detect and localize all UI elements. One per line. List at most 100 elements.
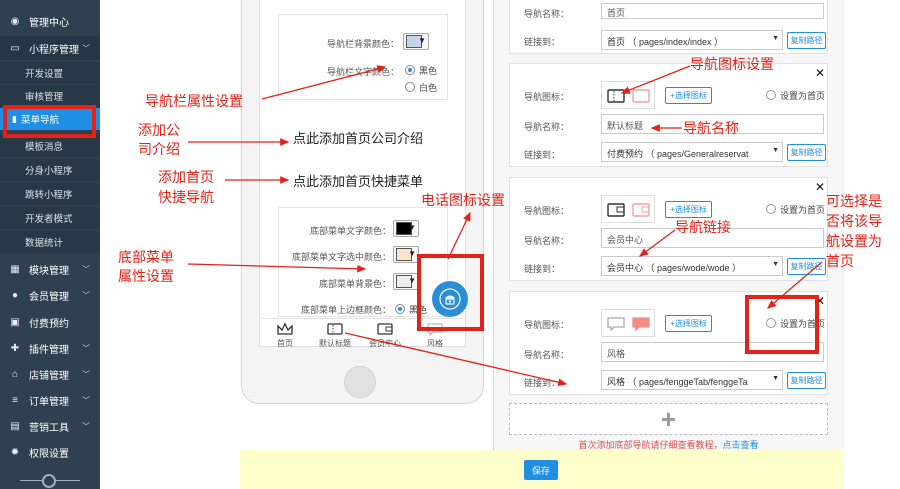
nav-name-value: 默认标题 xyxy=(607,121,644,131)
nav-config-panel: 导航名称： 首页 链接到： 首页 （ pages/index/index ） ▼ … xyxy=(493,0,845,450)
save-button[interactable]: 保存 xyxy=(524,460,558,480)
annotation-home-opt-4: 首页 xyxy=(826,254,854,270)
nav-link-value: 会员中心 （ pages/wode/wode ） xyxy=(607,263,742,273)
set-home-radio[interactable] xyxy=(766,90,776,100)
copy-path-button[interactable]: 复制路径 xyxy=(787,372,826,389)
sidebar-sub-stats[interactable]: 数据统计 xyxy=(0,231,100,253)
copy-path-button[interactable]: 复制路径 xyxy=(787,258,826,275)
nav-link-value: 首页 （ pages/index/index ） xyxy=(607,37,724,47)
chat-selected-icon xyxy=(632,317,650,331)
add-shortcut-menu-link[interactable]: 点此添加首页快捷菜单 xyxy=(293,171,423,190)
tab-home[interactable]: 首页 xyxy=(260,319,310,348)
nav-link-select[interactable]: 首页 （ pages/index/index ） ▼ xyxy=(601,30,783,50)
choose-icon-button[interactable]: +选择图标 xyxy=(665,201,712,218)
sidebar-sub-dev-settings[interactable]: 开发设置 xyxy=(0,62,100,84)
slider-track xyxy=(20,474,80,488)
ticket-icon xyxy=(607,89,625,103)
nav-icon-preview xyxy=(601,309,655,337)
close-icon[interactable]: ✕ xyxy=(815,180,825,194)
caret-down-icon: ▼ xyxy=(408,276,416,285)
menu-text-color-picker[interactable]: ▼ xyxy=(393,220,419,237)
caret-down-icon: ▼ xyxy=(772,261,779,268)
tab-label: 会员中心 xyxy=(369,339,401,348)
nav-bg-color-picker[interactable]: ▼ xyxy=(403,33,429,50)
chevron-down-icon: ﹀ xyxy=(82,290,90,300)
sidebar-item-orders[interactable]: ≡ 订单管理 ﹀ xyxy=(0,388,100,412)
radio-white[interactable] xyxy=(405,82,415,92)
gear-icon: ✹ xyxy=(10,446,20,458)
notice-text: 首次添加底部导航请仔细查看教程， xyxy=(578,440,723,450)
caret-down-icon: ▼ xyxy=(772,35,779,42)
sidebar-sub-template-msg[interactable]: 模板消息 xyxy=(0,135,100,157)
nav-name-input[interactable]: 首页 xyxy=(601,3,824,19)
save-bar: 保存 xyxy=(240,450,843,489)
tab-default-title[interactable]: 默认标题 xyxy=(310,319,360,348)
set-home-label: 设置为首页 xyxy=(780,91,826,101)
tutorial-link[interactable]: 点击查看 xyxy=(723,440,759,450)
tab-member-center[interactable]: 会员中心 xyxy=(360,319,410,348)
nav-name-value: 会员中心 xyxy=(607,235,644,245)
sidebar-item-label: 模块管理 xyxy=(29,265,69,277)
sidebar-sub-label: 开发设置 xyxy=(25,69,64,80)
menu-selected-color-picker[interactable]: ▼ xyxy=(393,246,419,263)
sidebar-sub-jump[interactable]: 跳转小程序 xyxy=(0,183,100,205)
sidebar-item-label: 管理中心 xyxy=(29,17,69,29)
choose-icon-button[interactable]: +选择图标 xyxy=(665,315,712,332)
radio-white-label: 白色 xyxy=(419,83,438,93)
menu-bg-color-picker[interactable]: ▼ xyxy=(393,273,419,290)
radio-black-label: 黑色 xyxy=(419,66,438,76)
home-icon: ⌂ xyxy=(11,368,19,380)
sidebar-item-booking[interactable]: ▣ 付费预约 xyxy=(0,310,100,334)
sidebar-item-members[interactable]: ● 会员管理 ﹀ xyxy=(0,283,100,307)
nav-link-label: 链接到： xyxy=(524,37,561,47)
caret-down-icon: ▼ xyxy=(418,36,426,45)
nav-link-select[interactable]: 风格 （ pages/fenggeTab/fenggeTa ▼ xyxy=(601,370,783,390)
sidebar-sub-label: 模板消息 xyxy=(25,142,64,153)
sidebar-item-modules[interactable]: ▦ 模块管理 ﹀ xyxy=(0,257,100,281)
sidebar-item-label: 店铺管理 xyxy=(29,370,69,382)
chevron-down-icon: ﹀ xyxy=(82,264,90,274)
sidebar-sub-label: 分身小程序 xyxy=(25,166,73,177)
sidebar-item-label: 插件管理 xyxy=(29,344,69,356)
nav-name-label: 导航名称： xyxy=(524,236,570,246)
nav-link-select[interactable]: 会员中心 （ pages/wode/wode ） ▼ xyxy=(601,256,783,276)
chevron-down-icon: ﹀ xyxy=(82,395,90,405)
copy-path-button[interactable]: 复制路径 xyxy=(787,32,826,49)
annotation-add-shortcut-2: 快捷导航 xyxy=(158,190,214,206)
add-company-intro-link[interactable]: 点此添加首页公司介绍 xyxy=(293,128,423,147)
crown-icon xyxy=(277,322,293,335)
add-nav-item-button[interactable]: + xyxy=(509,403,828,435)
slider-knob[interactable] xyxy=(42,474,56,488)
sidebar-item-miniprogram[interactable]: ▭ 小程序管理 ﹀ xyxy=(0,36,100,60)
phone-home-button xyxy=(344,366,376,398)
sidebar-item-plugins[interactable]: ✚ 插件管理 ﹀ xyxy=(0,336,100,360)
sidebar-item-label: 权限设置 xyxy=(29,448,69,460)
sidebar-item-label: 付费预约 xyxy=(29,318,69,330)
sidebar-sub-audit[interactable]: 审核管理 xyxy=(0,85,100,107)
set-home-radio[interactable] xyxy=(766,204,776,214)
annotation-nav-attr: 导航栏属性设置 xyxy=(145,94,243,110)
sidebar-sub-dev-mode[interactable]: 开发者模式 xyxy=(0,207,100,229)
sidebar-item-marketing[interactable]: ▤ 营销工具 ﹀ xyxy=(0,414,100,438)
sidebar-item-admin-center[interactable]: ◉ 管理中心 xyxy=(0,9,100,33)
sidebar-sub-clone[interactable]: 分身小程序 xyxy=(0,159,100,181)
annotation-add-company-1: 添加公 xyxy=(138,123,180,139)
radio-border-black[interactable] xyxy=(395,304,405,314)
nav-link-label: 链接到： xyxy=(524,150,561,160)
nav-link-select[interactable]: 付费预约 （ pages/Generalreservat ▼ xyxy=(601,142,783,162)
sidebar-item-store[interactable]: ⌂ 店铺管理 ﹀ xyxy=(0,362,100,386)
sidebar-item-label: 营销工具 xyxy=(29,422,69,434)
set-home-label: 设置为首页 xyxy=(780,205,826,215)
nav-name-label: 导航名称： xyxy=(524,350,570,360)
sidebar-collapse-slider[interactable] xyxy=(0,472,100,489)
close-icon[interactable]: ✕ xyxy=(815,66,825,80)
tab-label: 默认标题 xyxy=(319,339,351,348)
sidebar-item-permissions[interactable]: ✹ 权限设置 xyxy=(0,440,100,464)
briefcase-icon: ▤ xyxy=(10,420,20,432)
copy-path-button[interactable]: 复制路径 xyxy=(787,144,826,161)
ticket-selected-icon xyxy=(632,89,650,103)
radio-black[interactable] xyxy=(405,65,415,75)
grid-icon: ▦ xyxy=(10,263,20,275)
caret-down-icon: ▼ xyxy=(772,375,779,382)
choose-icon-button[interactable]: +选择图标 xyxy=(665,87,712,104)
